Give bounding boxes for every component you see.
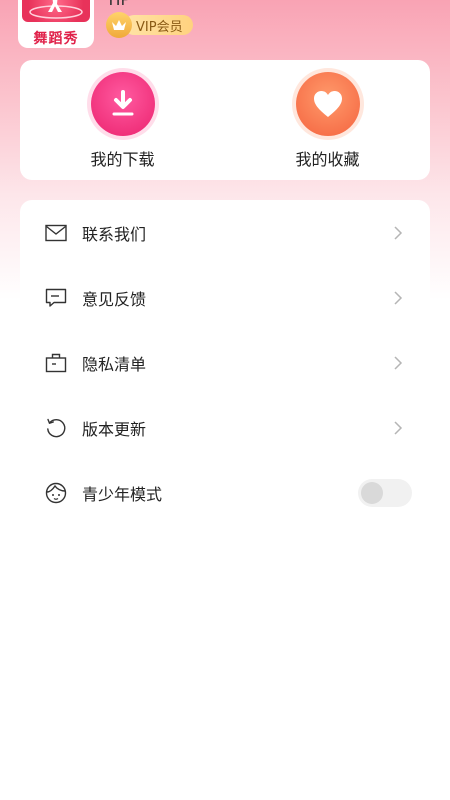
menu-item-label: 意见反馈 [82, 289, 147, 309]
mail-icon [44, 221, 68, 245]
my-downloads-label: 我的下载 [90, 150, 155, 169]
username: TIP [106, 0, 130, 9]
app-logo-text: 舞蹈秀 [33, 31, 79, 47]
menu-item-update[interactable]: 版本更新 [20, 395, 430, 460]
menu-item-label: 联系我们 [82, 224, 147, 244]
heart-icon [295, 72, 360, 136]
chevron-right-icon [394, 420, 403, 435]
app-logo[interactable]: 舞蹈秀 [18, 0, 94, 48]
crown-icon [106, 12, 132, 38]
feedback-icon [44, 286, 68, 310]
toggle-knob [361, 481, 383, 504]
menu-item-contact[interactable]: 联系我们 [20, 200, 430, 265]
my-downloads-button[interactable]: 我的下载 [20, 60, 225, 180]
my-favorites-button[interactable]: 我的收藏 [225, 60, 430, 180]
menu-item-label: 隐私清单 [82, 354, 147, 374]
refresh-icon [44, 416, 68, 440]
menu-item-privacy[interactable]: 隐私清单 [20, 330, 430, 395]
chevron-right-icon [394, 290, 403, 305]
profile-header: 舞蹈秀 TIP VIP会员 [0, 0, 450, 60]
menu-item-youth-mode: 青少年模式 [20, 460, 430, 525]
chevron-right-icon [394, 225, 403, 240]
menu-item-label: 青少年模式 [82, 484, 163, 504]
settings-menu: 联系我们 意见反馈 隐私清单 版本更新 青少年模式 [20, 200, 430, 525]
vip-badge[interactable]: VIP会员 [106, 12, 193, 38]
vip-label: VIP会员 [124, 15, 193, 35]
quick-actions-card: 我的下载 我的收藏 [20, 60, 430, 180]
youth-face-icon [44, 481, 68, 505]
briefcase-icon [44, 351, 68, 375]
dancer-logo-art [22, 0, 90, 22]
my-favorites-label: 我的收藏 [295, 150, 360, 169]
chevron-right-icon [394, 355, 403, 370]
youth-mode-toggle[interactable] [358, 478, 412, 507]
menu-item-label: 版本更新 [82, 419, 147, 439]
menu-item-feedback[interactable]: 意见反馈 [20, 265, 430, 330]
download-icon [90, 72, 155, 136]
